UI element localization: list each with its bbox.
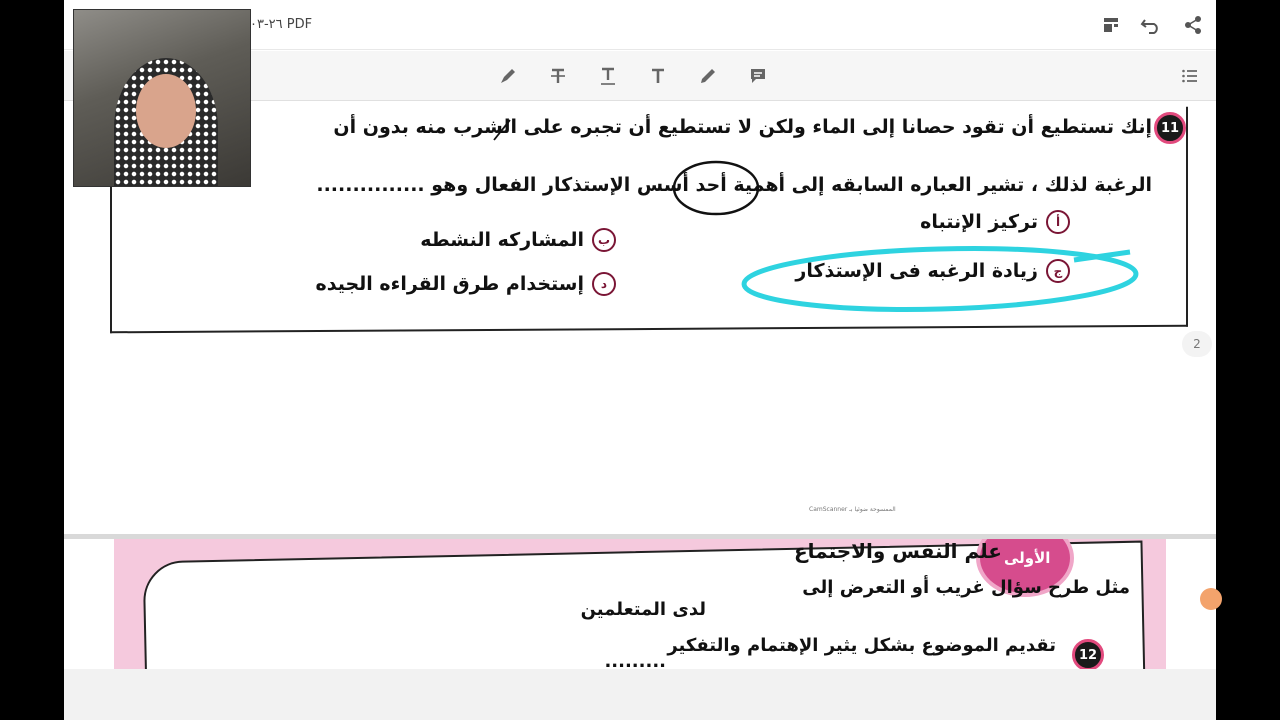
unit-badge-text: الأولى xyxy=(1004,549,1051,567)
comment-icon[interactable] xyxy=(746,64,770,88)
highlighter-icon[interactable] xyxy=(496,64,520,88)
scanner-watermark: CamScanner الممسوحة ضوئيا بـ xyxy=(809,506,896,513)
question-12-line1: مثل طرح سؤال غريب أو التعرض إلى xyxy=(802,577,1130,598)
question-12-line1b: لدى المتعلمين xyxy=(580,599,706,620)
pen-circle-annotation xyxy=(672,160,760,216)
bottom-area xyxy=(64,669,1216,720)
pen-icon[interactable] xyxy=(696,64,720,88)
answer-dots: ......... xyxy=(604,651,666,669)
undo-icon[interactable] xyxy=(1138,12,1164,38)
document-title: ٢٦-٠٣ PDF xyxy=(250,17,313,32)
text-icon[interactable] xyxy=(646,64,670,88)
unit-title: علم النفس والاجتماع xyxy=(794,539,1002,563)
highlight-circle-annotation xyxy=(741,246,1139,312)
person-face xyxy=(136,74,196,148)
share-icon[interactable] xyxy=(1180,12,1206,38)
strikethrough-icon[interactable] xyxy=(546,64,570,88)
page-number-indicator: 2 xyxy=(1182,331,1212,357)
pdf-page-3[interactable]: الأولى علم النفس والاجتماع مثل طرح سؤال … xyxy=(64,539,1216,669)
underline-icon[interactable] xyxy=(596,64,620,88)
question-12-line2: تقديم الموضوع بشكل يثير الإهتمام والتفكي… xyxy=(667,635,1056,656)
question-12-number: 12 xyxy=(1072,639,1104,669)
list-icon[interactable] xyxy=(1178,64,1202,88)
layout-icon[interactable] xyxy=(1098,12,1124,38)
pen-slash-annotation xyxy=(493,119,511,141)
page-pink-frame: الأولى علم النفس والاجتماع مثل طرح سؤال … xyxy=(114,539,1166,669)
floating-action-button[interactable] xyxy=(1200,588,1222,610)
webcam-overlay xyxy=(73,9,251,187)
